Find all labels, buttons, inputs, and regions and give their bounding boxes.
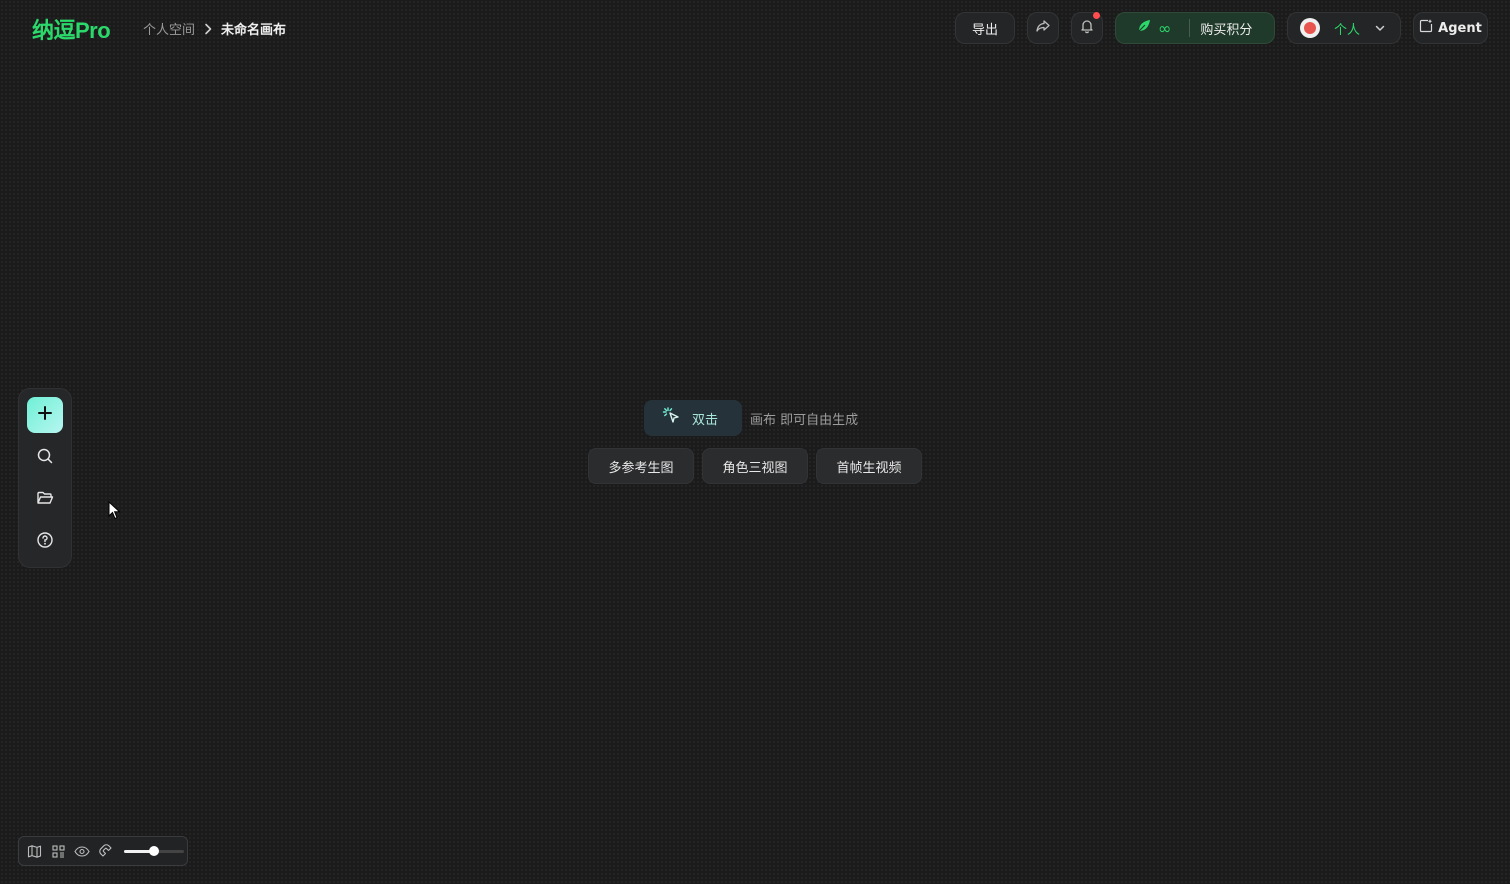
avatar: [1300, 18, 1320, 38]
quick-actions: 多参考生图 角色三视图 首帧生视频: [588, 448, 922, 484]
credits-value: ∞: [1158, 18, 1172, 38]
quick-action-character-views[interactable]: 角色三视图: [702, 448, 808, 484]
plus-icon: [36, 404, 54, 426]
quick-action-multi-reference[interactable]: 多参考生图: [588, 448, 694, 484]
double-click-label: 双击: [692, 412, 719, 428]
breadcrumb-root[interactable]: 个人空间: [143, 19, 195, 38]
share-icon: [1035, 18, 1051, 38]
canvas-hint: 双击 画布 即可自由生成: [644, 400, 858, 436]
share-button[interactable]: [1027, 12, 1059, 44]
eye-icon[interactable]: [74, 843, 90, 859]
search-icon: [36, 447, 54, 469]
account-label: 个人: [1334, 22, 1361, 38]
bell-icon: [1079, 18, 1095, 38]
cursor-click-icon: [662, 406, 682, 430]
help-button[interactable]: [27, 524, 63, 560]
notifications-button[interactable]: [1071, 12, 1103, 44]
canvas-title[interactable]: 未命名画布: [221, 19, 286, 38]
agent-icon: [1419, 19, 1433, 37]
agent-label: Agent: [1438, 20, 1482, 36]
mouse-cursor-icon: [108, 500, 122, 525]
help-icon: [36, 531, 54, 553]
magnet-icon[interactable]: [98, 843, 114, 859]
quick-action-first-frame-video[interactable]: 首帧生视频: [816, 448, 922, 484]
double-click-chip: 双击: [644, 400, 742, 436]
notification-dot: [1093, 12, 1100, 19]
buy-credits-button[interactable]: 购买积分: [1200, 19, 1252, 38]
top-bar: 纳逗Pro 个人空间 未命名画布 导出 ∞ 购买积分 个人 Agent: [0, 0, 1510, 56]
assets-button[interactable]: [27, 482, 63, 518]
chevron-down-icon: [1374, 19, 1386, 38]
folder-icon: [36, 489, 54, 511]
grid-icon[interactable]: [50, 843, 66, 859]
bottom-toolbar: [18, 836, 188, 866]
account-switcher[interactable]: 个人: [1287, 12, 1401, 44]
leaf-icon: [1136, 18, 1152, 38]
divider: [1189, 19, 1191, 37]
app-logo[interactable]: 纳逗Pro: [32, 13, 111, 45]
zoom-handle[interactable]: [149, 846, 159, 856]
agent-button[interactable]: Agent: [1413, 12, 1488, 44]
breadcrumb: 个人空间 未命名画布: [143, 19, 286, 38]
left-toolbar: [18, 388, 72, 568]
export-button[interactable]: 导出: [955, 12, 1015, 44]
chevron-right-icon: [203, 23, 213, 35]
credits-panel[interactable]: ∞ 购买积分: [1115, 12, 1275, 44]
add-node-button[interactable]: [27, 397, 63, 433]
search-button[interactable]: [27, 440, 63, 476]
hint-text: 画布 即可自由生成: [750, 412, 859, 428]
zoom-slider[interactable]: [124, 843, 184, 859]
map-icon[interactable]: [26, 843, 42, 859]
